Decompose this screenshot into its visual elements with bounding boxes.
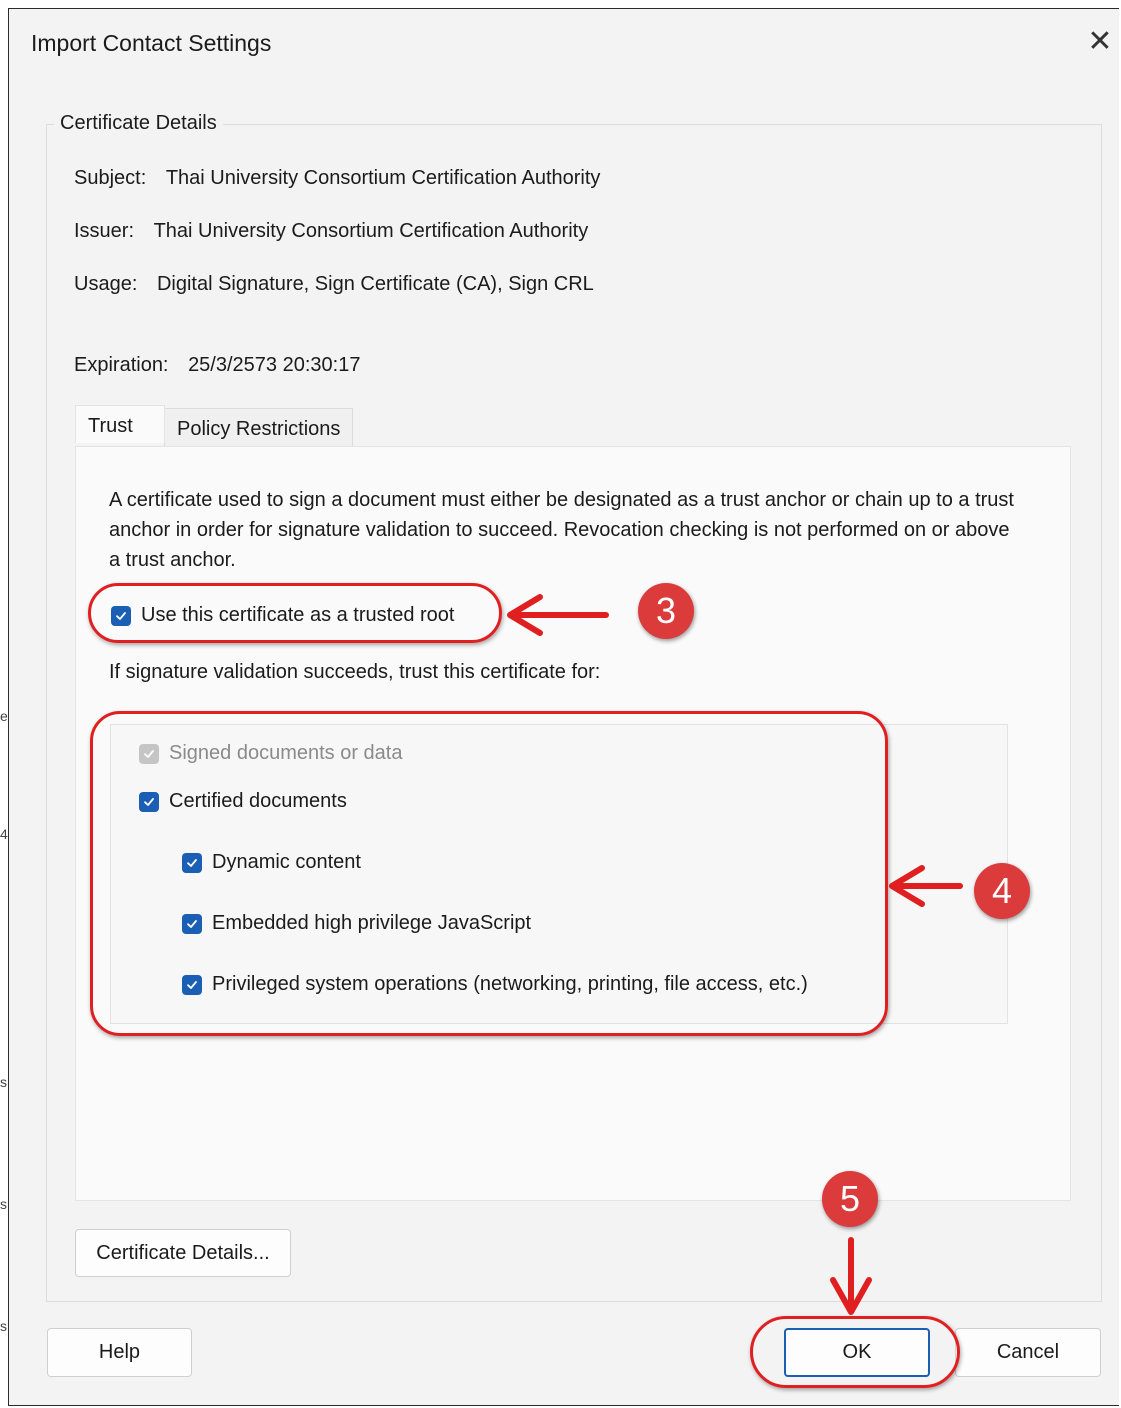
- background-glyph: e: [0, 708, 8, 724]
- step-3-badge: 3: [638, 583, 694, 639]
- issuer-value: Thai University Consortium Certification…: [153, 220, 589, 242]
- subject-label: Subject:: [74, 167, 147, 189]
- background-glyph: 4: [0, 826, 8, 842]
- certificate-details-legend: Certificate Details: [54, 112, 223, 135]
- annotation-ring-ok: [750, 1316, 960, 1388]
- subject-value: Thai University Consortium Certification…: [165, 167, 601, 189]
- close-icon[interactable]: ✕: [1086, 27, 1114, 57]
- trust-for-label: If signature validation succeeds, trust …: [109, 661, 601, 683]
- trust-description: A certificate used to sign a document mu…: [109, 489, 1014, 571]
- usage-value: Digital Signature, Sign Certificate (CA)…: [156, 273, 594, 295]
- usage-row: Usage: Digital Signature, Sign Certifica…: [74, 273, 594, 296]
- issuer-row: Issuer: Thai University Consortium Certi…: [74, 220, 588, 243]
- step-4-badge: 4: [974, 863, 1030, 919]
- annotation-ring-trusted-root: [88, 583, 502, 643]
- left-arrow-icon: [507, 594, 609, 636]
- tab-trust[interactable]: Trust: [75, 405, 165, 443]
- down-arrow-icon: [830, 1237, 872, 1315]
- issuer-label: Issuer:: [74, 220, 135, 242]
- background-glyph: s: [0, 1196, 7, 1212]
- expiration-value: 25/3/2573 20:30:17: [188, 354, 361, 376]
- expiration-label: Expiration:: [74, 354, 169, 376]
- background-glyph: s: [0, 1074, 7, 1090]
- annotation-ring-trust-options: [90, 711, 888, 1036]
- cancel-button[interactable]: Cancel: [955, 1328, 1101, 1377]
- subject-row: Subject: Thai University Consortium Cert…: [74, 167, 600, 190]
- dialog-title: Import Contact Settings: [31, 30, 272, 56]
- expiration-row: Expiration: 25/3/2573 20:30:17: [74, 354, 360, 377]
- step-5-badge: 5: [822, 1171, 878, 1227]
- left-arrow-icon: [889, 865, 963, 907]
- help-button[interactable]: Help: [47, 1328, 192, 1377]
- background-glyph: s: [0, 1318, 7, 1334]
- tab-policy-restrictions[interactable]: Policy Restrictions: [164, 408, 354, 446]
- usage-label: Usage:: [74, 273, 138, 295]
- certificate-details-button[interactable]: Certificate Details...: [75, 1229, 291, 1277]
